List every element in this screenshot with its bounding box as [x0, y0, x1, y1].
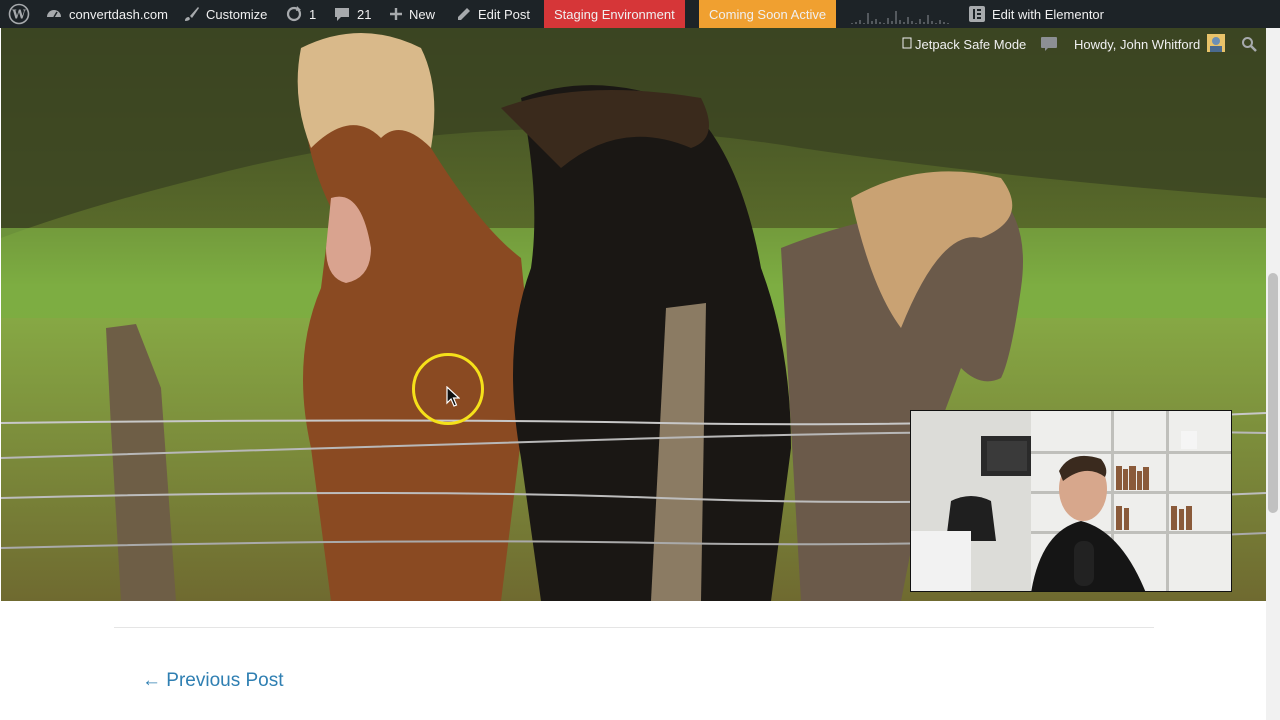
new-content-link[interactable]: New — [389, 0, 435, 28]
my-account-link[interactable]: Howdy, John Whitford — [1074, 28, 1226, 60]
plus-icon — [389, 7, 403, 21]
comment-bubble-icon — [333, 5, 351, 23]
notifications-icon[interactable] — [1040, 28, 1058, 60]
pencil-icon — [456, 6, 472, 22]
edit-post-label: Edit Post — [478, 6, 531, 22]
coming-soon-badge[interactable]: Coming Soon Active — [699, 0, 837, 28]
customize-label: Customize — [206, 6, 268, 22]
comments-count: 21 — [357, 6, 372, 22]
site-name: convertdash.com — [69, 6, 168, 22]
updates-count: 1 — [309, 6, 317, 22]
howdy-label: Howdy, John Whitford — [1074, 36, 1201, 52]
updates-icon — [285, 5, 303, 23]
elementor-label: Edit with Elementor — [992, 6, 1104, 22]
edit-post-link[interactable]: Edit Post — [456, 0, 530, 28]
divider — [114, 627, 1154, 628]
updates-link[interactable]: 1 — [285, 0, 316, 28]
jetpack-safe-mode-link[interactable]: Jetpack Safe Mode — [902, 28, 1026, 60]
coming-soon-label: Coming Soon Active — [709, 6, 827, 22]
svg-text:W: W — [11, 8, 26, 22]
brush-icon — [184, 6, 200, 22]
customize-link[interactable]: Customize — [184, 0, 267, 28]
search-icon[interactable] — [1241, 28, 1257, 60]
jetpack-icon — [902, 37, 912, 52]
site-name-link[interactable]: convertdash.com — [45, 0, 168, 28]
elementor-icon — [968, 5, 986, 23]
stats-sparkline[interactable] — [850, 0, 950, 28]
staging-environment-badge[interactable]: Staging Environment — [544, 0, 685, 28]
new-label: New — [409, 6, 436, 22]
staging-label: Staging Environment — [554, 6, 675, 22]
dashboard-icon — [45, 5, 63, 23]
jetpack-label: Jetpack Safe Mode — [915, 36, 1027, 52]
admin-bar: W convertdash.com Customize 1 21 New Edi… — [0, 0, 1280, 28]
wordpress-logo-icon[interactable]: W — [8, 0, 30, 28]
webcam-overlay — [910, 410, 1232, 592]
mouse-cursor-icon — [446, 385, 461, 413]
previous-post-link[interactable]: ← Previous Post — [142, 670, 284, 692]
edit-with-elementor-link[interactable]: Edit with Elementor — [968, 0, 1104, 28]
scrollbar-thumb[interactable] — [1268, 273, 1278, 513]
avatar — [1207, 33, 1226, 55]
comments-link[interactable]: 21 — [333, 0, 371, 28]
